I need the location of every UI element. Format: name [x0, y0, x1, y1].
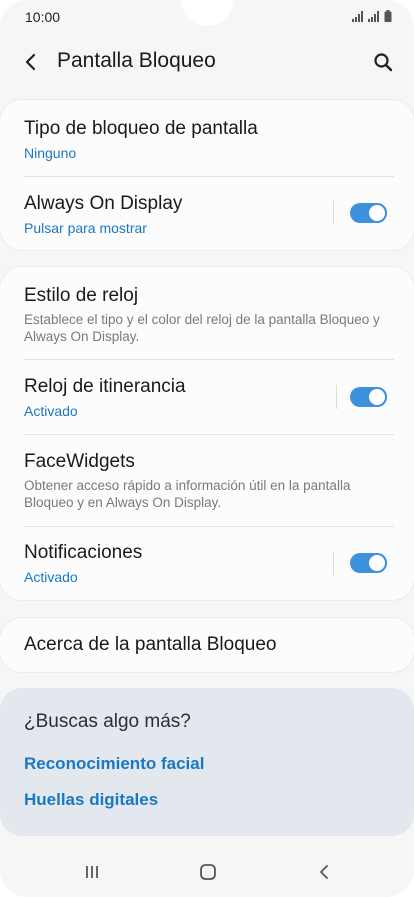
setting-value: Pulsar para mostrar [24, 220, 147, 236]
setting-title: Tipo de bloqueo de pantalla [24, 118, 258, 139]
setting-value: Ninguno [24, 145, 77, 161]
setting-title: Notificaciones [24, 542, 143, 563]
toggle-knob [367, 387, 387, 407]
setting-title: Always On Display [24, 193, 183, 214]
suggestions-title: ¿Buscas algo más? [24, 711, 191, 732]
setting-title: Estilo de reloj [24, 285, 139, 306]
link-fingerprints[interactable]: Huellas digitales [24, 790, 158, 810]
home-icon [200, 864, 216, 880]
phone-screen: 10:00 Pantalla Bloqueo Tipo de bloqueo d… [0, 0, 414, 897]
setting-facewidgets[interactable]: FaceWidgets Obtener acceso rápido a info… [0, 435, 414, 526]
setting-always-on-display[interactable]: Always On Display Pulsar para mostrar [0, 177, 414, 250]
link-face-recognition[interactable]: Reconocimiento facial [24, 754, 204, 774]
back-button[interactable] [16, 47, 46, 77]
setting-title: FaceWidgets [24, 451, 135, 472]
notifications-toggle[interactable] [350, 553, 387, 573]
recent-apps-icon [86, 866, 98, 878]
search-button[interactable] [368, 47, 398, 77]
signal-icon [368, 11, 379, 22]
setting-notifications[interactable]: Notificaciones Activado [0, 527, 414, 600]
toggle-separator [336, 385, 337, 409]
settings-card-about: Acerca de la pantalla Bloqueo [0, 618, 414, 672]
search-icon [374, 53, 393, 72]
setting-roaming-clock[interactable]: Reloj de itinerancia Activado [0, 360, 414, 434]
setting-description: Establece el tipo y el color del reloj d… [24, 312, 380, 344]
setting-title: Acerca de la pantalla Bloqueo [24, 634, 277, 655]
settings-card-clock: Estilo de reloj Establece el tipo y el c… [0, 267, 414, 600]
settings-card-lock-type: Tipo de bloqueo de pantalla Ninguno Alwa… [0, 100, 414, 250]
roaming-clock-toggle[interactable] [350, 387, 387, 407]
toggle-separator [333, 201, 334, 225]
setting-clock-style[interactable]: Estilo de reloj Establece el tipo y el c… [0, 267, 414, 359]
toggle-separator [333, 551, 334, 575]
suggestions-panel: ¿Buscas algo más? Reconocimiento facial … [0, 688, 414, 836]
toggle-knob [367, 203, 387, 223]
status-icons [352, 10, 392, 22]
toggle-knob [367, 553, 387, 573]
chevron-left-icon [25, 53, 36, 71]
setting-value: Activado [24, 403, 78, 419]
app-header: Pantalla Bloqueo [0, 34, 414, 88]
status-time: 10:00 [25, 9, 61, 25]
back-icon [320, 865, 328, 879]
setting-value: Activado [24, 569, 78, 585]
system-back-button[interactable] [312, 862, 336, 882]
setting-screen-lock-type[interactable]: Tipo de bloqueo de pantalla Ninguno [0, 100, 414, 176]
setting-description: Obtener acceso rápido a información útil… [24, 478, 351, 510]
home-button[interactable] [196, 862, 220, 882]
page-title: Pantalla Bloqueo [57, 49, 216, 72]
signal-icon [352, 11, 363, 22]
recent-apps-button[interactable] [80, 862, 104, 882]
setting-title: Reloj de itinerancia [24, 376, 186, 397]
always-on-display-toggle[interactable] [350, 203, 387, 223]
navigation-bar [0, 846, 414, 897]
setting-about-lock-screen[interactable]: Acerca de la pantalla Bloqueo [0, 618, 414, 672]
battery-icon [384, 10, 392, 22]
